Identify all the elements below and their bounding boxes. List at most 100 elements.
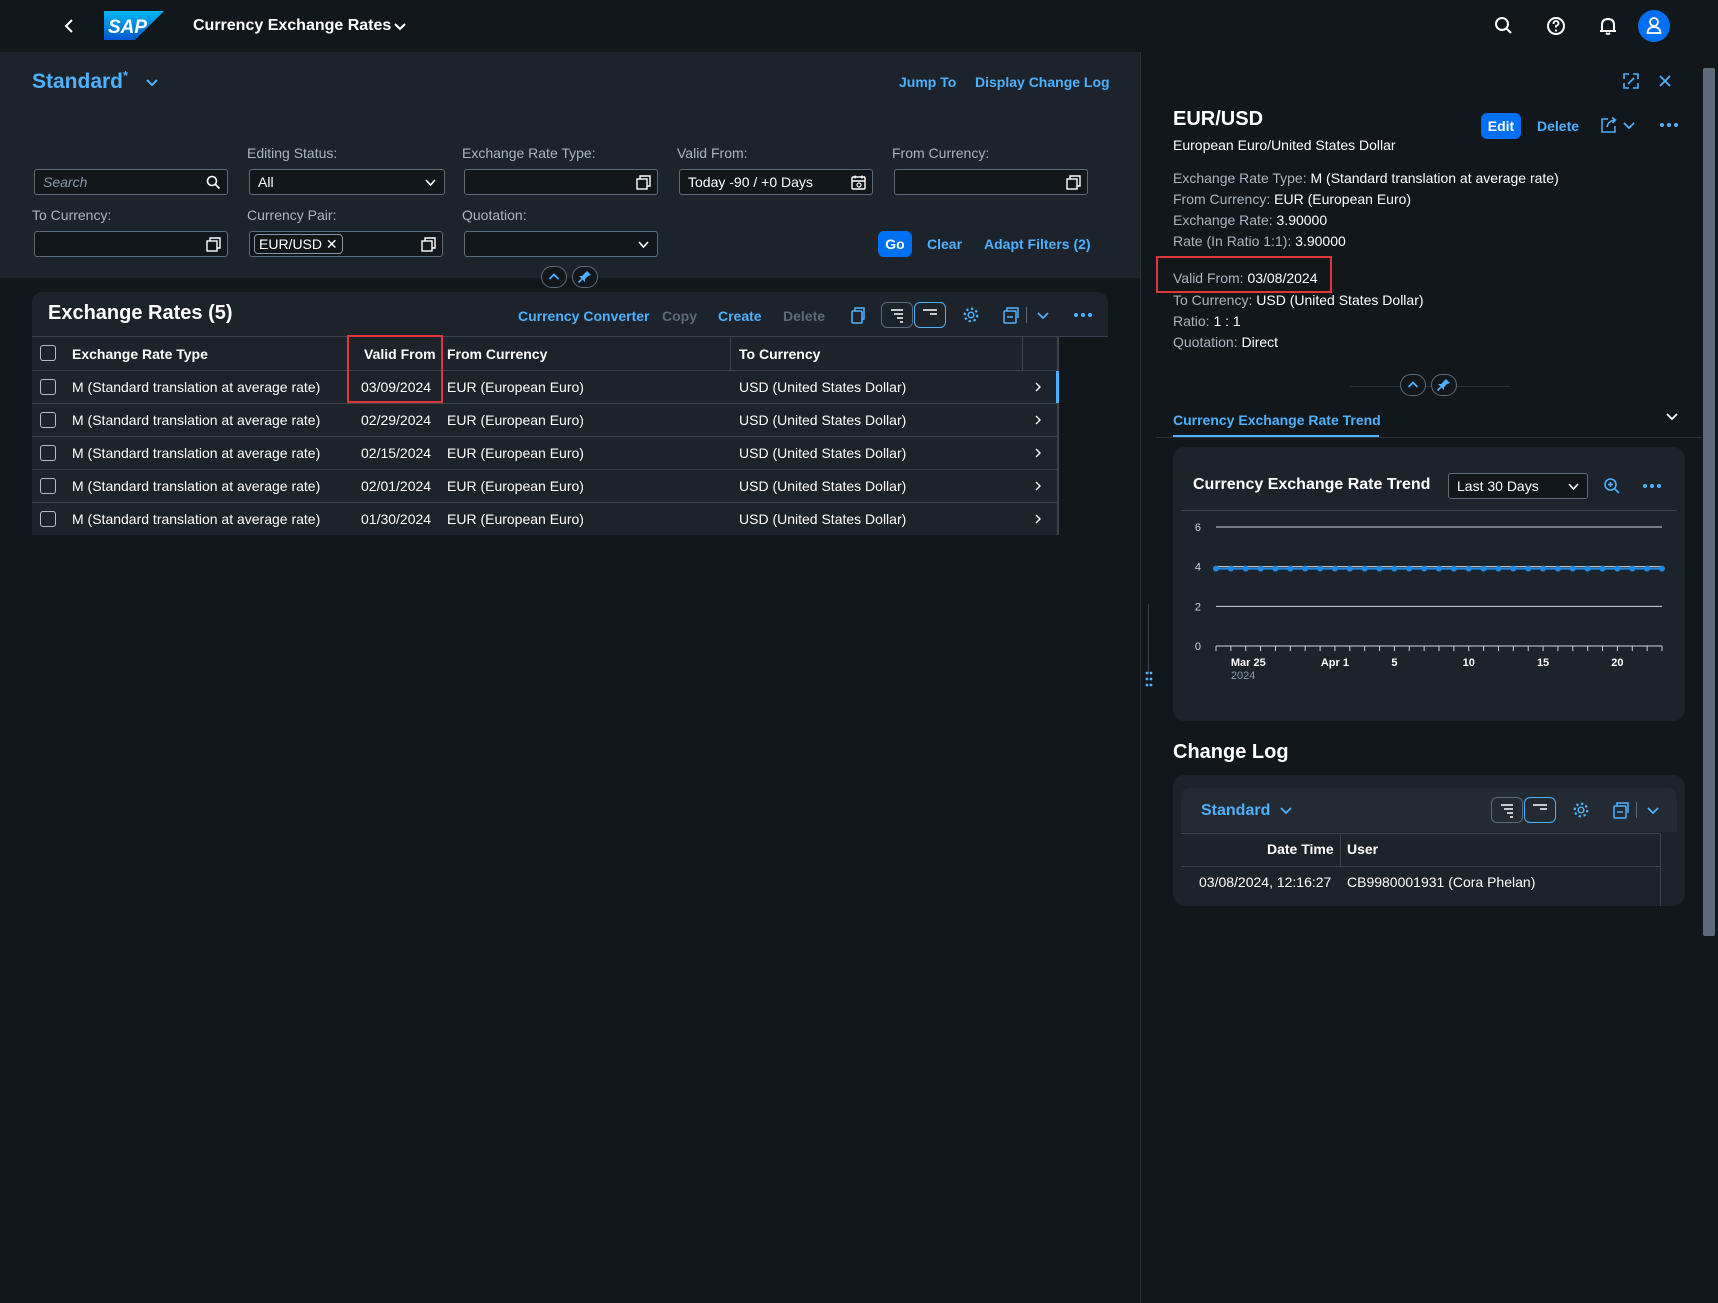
chevron-down-icon[interactable] (1664, 408, 1680, 424)
copy-icon[interactable] (848, 306, 866, 324)
delete-detail-button[interactable]: Delete (1537, 118, 1579, 134)
chevron-down-icon[interactable] (392, 18, 408, 34)
column-header-to-currency[interactable]: To Currency (739, 346, 820, 362)
close-icon[interactable]: ✕ (326, 236, 338, 252)
column-header-user[interactable]: User (1347, 841, 1378, 857)
change-log-variant[interactable]: Standard (1201, 802, 1270, 820)
cell-valid-from: 02/01/2024 (361, 478, 432, 494)
group-toggle[interactable] (914, 302, 946, 328)
quotation-select[interactable] (464, 231, 658, 257)
bell-icon[interactable] (1596, 14, 1620, 38)
column-header-from-currency[interactable]: From Currency (447, 346, 547, 362)
search-icon[interactable] (1492, 14, 1516, 38)
row-checkbox[interactable] (40, 412, 56, 428)
chevron-down-icon[interactable] (144, 74, 160, 90)
display-change-log-link[interactable]: Display Change Log (975, 74, 1110, 90)
zoom-in-icon[interactable] (1603, 477, 1621, 495)
create-button[interactable]: Create (718, 308, 762, 324)
collapse-detail-header-button[interactable] (1400, 374, 1426, 396)
chevron-right-icon[interactable] (1032, 479, 1044, 493)
sort-toggle[interactable] (881, 302, 913, 328)
editing-status-select[interactable]: All (249, 169, 445, 195)
cell-to-currency: USD (United States Dollar) (739, 445, 907, 461)
y-tick-label: 2 (1195, 601, 1201, 613)
delete-button[interactable]: Delete (783, 308, 825, 324)
scrollbar[interactable] (1703, 68, 1715, 936)
field-value: 3.90000 (1276, 212, 1328, 228)
field-value: M (Standard translation at average rate) (1310, 170, 1559, 186)
overflow-icon[interactable] (1072, 307, 1094, 323)
tab-currency-exchange-rate-trend[interactable]: Currency Exchange Rate Trend (1173, 412, 1381, 428)
row-checkbox[interactable] (40, 445, 56, 461)
data-point (1227, 565, 1234, 572)
back-icon[interactable] (60, 16, 80, 36)
settings-icon[interactable] (1572, 801, 1590, 819)
adapt-filters-button[interactable]: Adapt Filters (2) (984, 236, 1091, 252)
overflow-icon[interactable] (1641, 478, 1663, 494)
export-icon[interactable] (1002, 306, 1020, 324)
export-icon[interactable] (1612, 801, 1630, 819)
variant-selector[interactable]: Standard* (32, 68, 128, 94)
chevron-down-icon[interactable] (423, 175, 438, 190)
value-help-icon[interactable] (421, 237, 436, 252)
value-help-icon[interactable] (206, 237, 221, 252)
range-select-value: Last 30 Days (1457, 478, 1539, 494)
cell-from-currency: EUR (European Euro) (447, 412, 584, 428)
search-icon[interactable] (206, 175, 221, 190)
pin-header-button[interactable] (572, 266, 598, 288)
help-icon[interactable] (1544, 14, 1568, 38)
from-currency-input[interactable] (894, 169, 1088, 195)
pin-detail-header-button[interactable] (1431, 374, 1457, 396)
calendar-icon[interactable] (851, 175, 866, 190)
chevron-down-icon[interactable] (1566, 479, 1581, 494)
go-button[interactable]: Go (878, 231, 912, 257)
chevron-right-icon[interactable] (1032, 413, 1044, 427)
range-select[interactable]: Last 30 Days (1448, 473, 1588, 499)
value-help-icon[interactable] (636, 175, 651, 190)
copy-button[interactable]: Copy (662, 308, 697, 324)
share-icon[interactable] (1600, 116, 1618, 134)
fullscreen-icon[interactable] (1622, 72, 1640, 90)
sort-toggle[interactable] (1491, 797, 1523, 823)
jump-to-link[interactable]: Jump To (899, 74, 956, 90)
to-currency-input[interactable] (34, 231, 228, 257)
overflow-icon[interactable] (1658, 117, 1680, 133)
currency-converter-button[interactable]: Currency Converter (518, 308, 650, 324)
exchange-rate-type-input[interactable] (464, 169, 658, 195)
row-checkbox[interactable] (40, 379, 56, 395)
value-help-icon[interactable] (1066, 175, 1081, 190)
search-input[interactable]: Search (34, 169, 228, 195)
column-header-date-time[interactable]: Date Time (1267, 841, 1334, 857)
drag-handle-icon[interactable] (1144, 670, 1154, 688)
chevron-right-icon[interactable] (1032, 446, 1044, 460)
detail-subtitle: European Euro/United States Dollar (1173, 137, 1396, 153)
chevron-down-icon[interactable] (636, 237, 651, 252)
settings-icon[interactable] (962, 306, 980, 324)
clear-button[interactable]: Clear (927, 236, 962, 252)
valid-from-input[interactable]: Today -90 / +0 Days (679, 169, 873, 195)
chevron-right-icon[interactable] (1032, 380, 1044, 394)
avatar[interactable] (1638, 10, 1670, 42)
app-title[interactable]: Currency Exchange Rates (193, 17, 391, 35)
close-icon[interactable] (1656, 72, 1674, 90)
edit-button[interactable]: Edit (1481, 113, 1521, 139)
column-header-rate-type[interactable]: Exchange Rate Type (72, 346, 208, 362)
cell-from-currency: EUR (European Euro) (447, 511, 584, 527)
group-toggle[interactable] (1524, 797, 1556, 823)
collapse-header-button[interactable] (541, 266, 567, 288)
highlight-box-valid-from-field (1156, 256, 1332, 293)
chevron-down-icon[interactable] (1622, 117, 1636, 133)
row-checkbox[interactable] (40, 478, 56, 494)
cell-valid-from: 01/30/2024 (361, 511, 432, 527)
row-checkbox[interactable] (40, 511, 56, 527)
chevron-up-icon (548, 273, 560, 280)
chevron-down-icon[interactable] (1278, 802, 1294, 818)
panel-splitter[interactable] (1140, 52, 1156, 1303)
chevron-right-icon[interactable] (1032, 512, 1044, 526)
currency-pair-input[interactable]: EUR/USD ✕ (249, 231, 443, 257)
currency-pair-token[interactable]: EUR/USD ✕ (254, 234, 343, 254)
chevron-down-icon[interactable] (1036, 307, 1050, 323)
chevron-down-icon[interactable] (1646, 802, 1660, 818)
cell-from-currency: EUR (European Euro) (447, 478, 584, 494)
select-all-checkbox[interactable] (40, 345, 56, 361)
